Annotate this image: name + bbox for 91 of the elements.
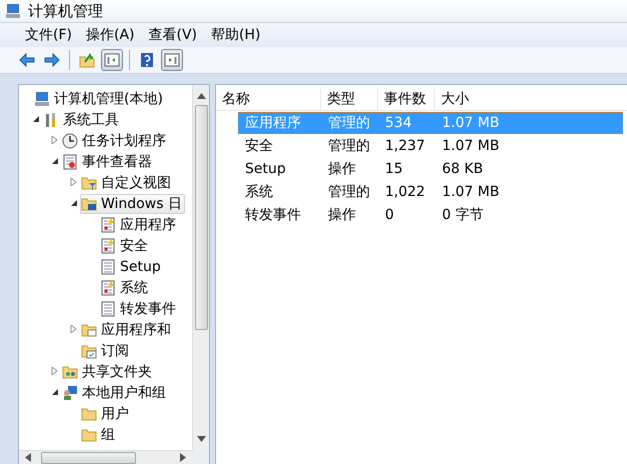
table-cell-text: 1.07 MB (441, 138, 500, 154)
tree-item[interactable]: 事件查看器 (61, 152, 155, 172)
clock-icon (62, 132, 78, 148)
list-row[interactable]: 安全 管理的 1,237 1.07 MB (238, 135, 623, 157)
table-cell-text: 操作 (327, 160, 357, 178)
table-cell-text: 管理的 (327, 114, 371, 132)
folder-arrow-icon (79, 52, 95, 68)
tree-item[interactable]: Setup (99, 256, 164, 276)
list-row[interactable]: 系统 管理的 1,022 1.07 MB (238, 181, 623, 203)
table-cell-text: 0 (384, 207, 395, 223)
tree-item[interactable]: Windows 日 (80, 194, 185, 214)
pane-toggle-icon (164, 52, 180, 68)
log-icon (100, 258, 116, 274)
expand-arrow-icon[interactable] (50, 366, 58, 374)
log-icon (100, 300, 116, 316)
table-cell-text: 操作 (327, 206, 357, 224)
expand-arrow-icon[interactable] (70, 324, 76, 332)
table-cell-text: 转发事件 (244, 206, 302, 224)
tree-item[interactable]: 本地用户和组 (61, 382, 169, 402)
folder-icon (81, 406, 97, 422)
filter-folder-icon (81, 174, 97, 190)
tree-item[interactable]: 应用程序和 (80, 320, 174, 340)
table-cell-text: 534 (384, 115, 413, 131)
warning-log-icon (100, 280, 116, 296)
tree-item[interactable]: 订阅 (80, 340, 132, 360)
toolbar-button[interactable] (161, 49, 183, 71)
table-cell-text: 1.07 MB (441, 115, 500, 131)
horizontal-scrollbar[interactable] (19, 450, 192, 464)
column-header[interactable]: 事件数 (378, 87, 435, 110)
list-row[interactable]: 转发事件 操作 0 0 字节 (238, 204, 623, 226)
warning-log-icon (100, 216, 116, 232)
table-cell-text: 1,237 (384, 138, 426, 154)
table-cell-text: 系统 (244, 183, 274, 201)
tree-item[interactable]: 安全 (99, 236, 151, 256)
tree-item[interactable]: 计算机管理(本地) (33, 88, 166, 108)
warning-log-icon (100, 238, 116, 254)
scroll-down-icon[interactable] (196, 436, 206, 442)
back-arrow-icon (19, 52, 35, 68)
collapse-arrow-icon[interactable] (50, 156, 58, 164)
tree-item[interactable]: 自定义视图 (80, 172, 174, 192)
table-cell-text: 应用程序 (244, 114, 302, 132)
menu-item[interactable]: 文件(F) (18, 24, 79, 46)
column-header[interactable]: 大小 (435, 87, 627, 110)
folder-icon (81, 322, 97, 338)
collapse-arrow-icon[interactable] (32, 114, 38, 122)
table-cell-text: Setup (244, 161, 287, 177)
menu-item[interactable]: 操作(A) (78, 24, 142, 46)
scroll-up-icon[interactable] (196, 93, 206, 99)
table-cell-text: 管理的 (327, 137, 371, 155)
expand-arrow-icon[interactable] (50, 136, 58, 144)
folder-icon (81, 426, 97, 442)
scrollbar-thumb[interactable] (194, 105, 208, 330)
list-row[interactable]: Setup 操作 15 68 KB (238, 158, 623, 180)
scroll-right-icon[interactable] (180, 453, 186, 462)
event-log-icon (62, 154, 78, 170)
computer-icon (34, 90, 50, 106)
pane-toggle-icon (104, 52, 120, 68)
computer-icon (4, 3, 22, 19)
vertical-scrollbar[interactable] (192, 85, 209, 450)
tree-item[interactable]: 共享文件夹 (61, 362, 155, 382)
tree-item[interactable]: 系统工具 (42, 110, 122, 130)
toolbar-button[interactable] (101, 49, 123, 71)
table-cell-text: 1,022 (384, 184, 426, 200)
shared-folder-icon (62, 364, 78, 380)
forward-arrow-icon (44, 52, 60, 68)
tree-item[interactable]: 系统 (99, 278, 151, 298)
table-cell-text: 68 KB (441, 161, 484, 177)
collapse-arrow-icon[interactable] (50, 388, 58, 396)
menu-item[interactable]: 帮助(H) (204, 24, 268, 46)
tree-item[interactable]: 任务计划程序 (61, 130, 169, 150)
tree-item[interactable]: 转发事件 (99, 298, 179, 318)
column-header[interactable]: 名称 (216, 87, 321, 110)
table-cell-text: 管理的 (327, 183, 371, 201)
table-cell-text: 安全 (244, 137, 274, 155)
tree-item[interactable]: 组 (80, 424, 118, 444)
users-icon (62, 384, 78, 400)
column-header[interactable]: 类型 (321, 87, 378, 110)
collapse-arrow-icon[interactable] (70, 198, 76, 206)
table-cell-text: 0 字节 (441, 206, 484, 224)
tree-item[interactable]: 用户 (80, 404, 132, 424)
scrollbar-thumb[interactable] (41, 452, 136, 464)
scroll-left-icon[interactable] (25, 453, 31, 462)
log-folder-icon (81, 196, 97, 212)
menu-item[interactable]: 查看(V) (142, 24, 204, 46)
table-cell-text: 1.07 MB (441, 184, 500, 200)
window-title: 计算机管理 (28, 2, 103, 20)
folder-icon (81, 342, 97, 358)
expand-arrow-icon[interactable] (70, 178, 76, 186)
table-cell-text: 15 (384, 161, 404, 177)
help-icon (139, 52, 155, 68)
tree-item[interactable]: 应用程序 (99, 214, 179, 234)
